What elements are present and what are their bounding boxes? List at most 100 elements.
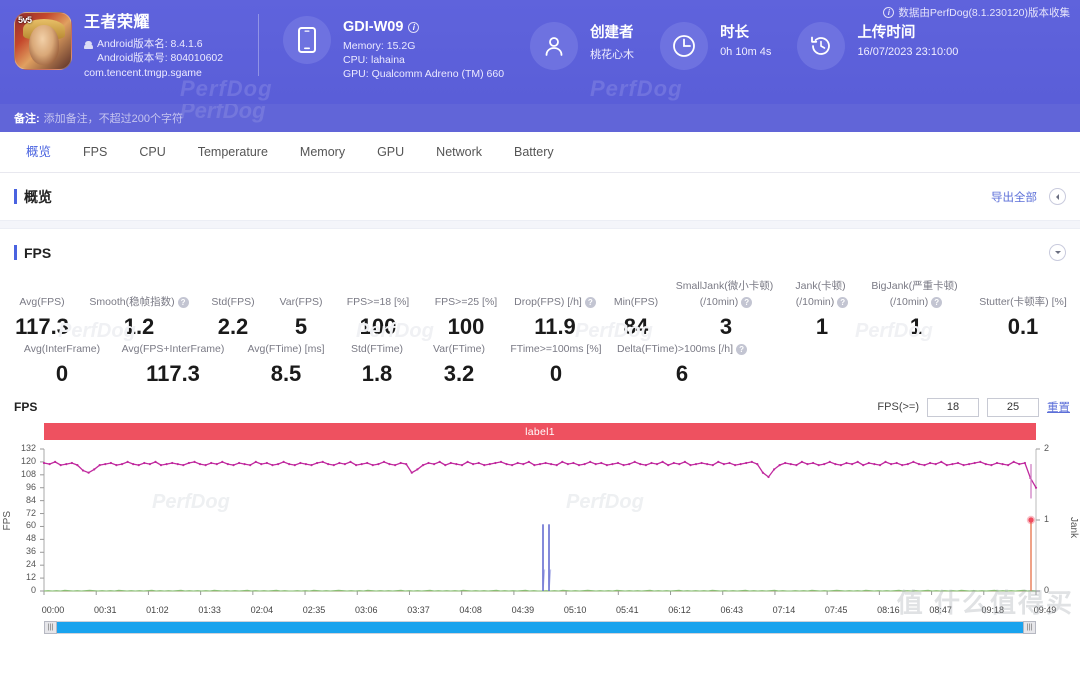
game-app-icon: 5v5 — [14, 12, 72, 70]
info-icon[interactable]: i — [883, 7, 895, 18]
metric-label: Std(FPS) — [211, 296, 255, 308]
metric-label: Jank(卡顿) (/10min)? — [780, 280, 864, 309]
metric-value: 0.1 — [1007, 314, 1039, 339]
metric-value: 3.2 — [443, 361, 475, 386]
metric-cell: FTime>=100ms [%] 0 — [500, 343, 612, 390]
metric-label: Min(FPS) — [613, 296, 659, 308]
metric-label: Stutter(卡顿率) [%] — [979, 296, 1067, 308]
x-tick-label: 01:02 — [146, 605, 169, 615]
section-accent-bar — [14, 189, 17, 204]
creator-label: 创建者 — [590, 25, 634, 41]
device-gpu: GPU: Qualcomm Adreno (TM) 660 — [343, 68, 505, 80]
x-tick-label: 01:33 — [198, 605, 221, 615]
tab-gpu[interactable]: GPU — [361, 132, 420, 172]
x-tick-label: 07:45 — [824, 605, 848, 615]
x-tick-label: 02:04 — [250, 605, 274, 615]
tab-overview[interactable]: 概览 — [10, 132, 67, 172]
metric-cell: FPS>=25 [%] 100 — [422, 296, 510, 343]
metric-label: Avg(InterFrame) — [23, 343, 101, 355]
device-cpu: CPU: lahaina — [343, 54, 405, 66]
fps-threshold-high-input[interactable]: 25 — [987, 397, 1039, 417]
help-icon[interactable]: ? — [736, 344, 748, 355]
metric-value: 1 — [815, 314, 829, 339]
metric-cell: Std(FTime) 1.8 — [336, 343, 418, 390]
metric-value: 5 — [294, 314, 308, 339]
metrics-panel: PerfDog PerfDog PerfDog PerfDog Avg(FPS)… — [0, 276, 1080, 392]
chevron-left-icon[interactable] — [1049, 188, 1066, 205]
series-label-bar[interactable]: label1 — [44, 423, 1036, 440]
metric-value: 2.2 — [217, 314, 249, 339]
timeline-scrollbar[interactable]: ||| ||| — [44, 621, 1036, 634]
metric-label: BigJank(严重卡顿) (/10min)? — [871, 280, 958, 308]
metric-value: 0 — [549, 361, 563, 386]
collect-note: i 数据由PerfDog(8.1.230120)版本收集 — [883, 5, 1070, 20]
metric-value: 100 — [447, 314, 485, 339]
drag-handle-icon-left[interactable]: ||| — [44, 621, 57, 634]
tab-battery[interactable]: Battery — [498, 132, 570, 172]
game-info-block: 5v5 王者荣耀 Android版本名: 8.4.1.6 Android版本号:… — [0, 0, 258, 79]
creator-block: 创建者 桃花心木 — [504, 0, 634, 70]
drag-handle-icon-right[interactable]: ||| — [1023, 621, 1036, 634]
export-all-button[interactable]: 导出全部 — [991, 189, 1037, 205]
collect-note-text: 数据由PerfDog(8.1.230120)版本收集 — [898, 7, 1070, 19]
upload-time-value: 16/07/2023 23:10:00 — [857, 46, 959, 58]
overview-title: 概览 — [24, 188, 52, 205]
device-info-icon[interactable]: i — [408, 21, 420, 33]
x-tick-label: 05:10 — [563, 605, 587, 615]
help-icon[interactable]: ? — [837, 297, 849, 308]
metric-value: 8.5 — [270, 361, 302, 386]
x-tick-label: 06:43 — [720, 605, 743, 615]
metric-label: Drop(FPS) [/h]? — [510, 296, 600, 309]
help-icon[interactable]: ? — [177, 297, 189, 308]
metric-cell: Stutter(卡顿率) [%] 0.1 — [968, 296, 1078, 343]
fps-threshold-low-input[interactable]: 18 — [927, 397, 979, 417]
metric-label: Var(FPS) — [279, 296, 323, 308]
tab-cpu[interactable]: CPU — [123, 132, 181, 172]
device-info-block: GDI-W09 i Memory: 15.2G CPU: lahaina GPU… — [259, 0, 504, 81]
metric-label: FPS>=25 [%] — [434, 296, 498, 308]
metric-cell: Delta(FTime)>100ms [/h]? 6 — [612, 343, 752, 390]
x-axis-ticks: 00:00 00:31 01:02 01:33 02:04 02:35 03:06 03:37… — [0, 603, 1080, 619]
help-icon[interactable]: ? — [741, 297, 753, 308]
x-tick-label: 04:08 — [459, 605, 482, 615]
upload-time-label: 上传时间 — [857, 25, 916, 41]
metric-cell: Var(FPS) 5 — [268, 296, 334, 343]
history-icon — [797, 22, 846, 70]
note-input-placeholder[interactable]: 添加备注，不超过200个字符 — [44, 110, 183, 126]
metric-value: 0 — [55, 361, 69, 386]
clock-icon — [660, 22, 709, 70]
tab-fps[interactable]: FPS — [67, 132, 123, 172]
metric-label: Avg(FTime) [ms] — [247, 343, 325, 355]
note-bar[interactable]: PerfDog 备注: 添加备注，不超过200个字符 — [0, 104, 1080, 132]
x-tick-label: 05:41 — [616, 605, 639, 615]
tab-network[interactable]: Network — [420, 132, 498, 172]
tab-memory[interactable]: Memory — [284, 132, 361, 172]
help-icon[interactable]: ? — [931, 297, 943, 308]
metric-value: 1.8 — [361, 361, 393, 386]
x-tick-label: 09:49 — [1033, 605, 1057, 615]
metrics-watermark-2: PerfDog — [356, 320, 434, 342]
x-tick-label: 08:47 — [929, 605, 952, 615]
overview-section-header: 概览 导出全部 — [0, 173, 1080, 220]
plot-area[interactable]: FPS Jank PerfDog PerfDog 0 12 24 36 48 60 72 84… — [0, 443, 1080, 603]
fps-section-header: FPS — [0, 229, 1080, 276]
x-tick-label: 06:12 — [668, 605, 691, 615]
x-tick-label: 03:37 — [407, 605, 430, 615]
metric-cell: Std(FPS) 2.2 — [198, 296, 268, 343]
help-icon[interactable]: ? — [584, 297, 596, 308]
creator-value: 桃花心木 — [590, 49, 635, 61]
tab-temperature[interactable]: Temperature — [182, 132, 284, 172]
device-name: GDI-W09 — [343, 19, 404, 35]
metric-cell: Jank(卡顿) (/10min)? 1 — [780, 280, 864, 343]
game-version-code: Android版本号: 804010602 — [97, 52, 224, 64]
app-header: PerfDog PerfDog 5v5 王者荣耀 Android版本名: 8.4… — [0, 0, 1080, 104]
metrics-watermark-1: PerfDog — [58, 320, 136, 342]
chevron-down-icon[interactable] — [1049, 244, 1066, 261]
duration-value: 0h 10m 4s — [720, 46, 772, 58]
duration-label: 时长 — [720, 25, 750, 41]
game-package-name: com.tencent.tmgp.sgame — [84, 67, 202, 79]
reset-button[interactable]: 重置 — [1047, 399, 1070, 415]
metric-label: Avg(FPS) — [19, 296, 65, 308]
main-tabs: 概览 FPS CPU Temperature Memory GPU Networ… — [0, 132, 1080, 173]
device-memory: Memory: 15.2G — [343, 40, 416, 52]
